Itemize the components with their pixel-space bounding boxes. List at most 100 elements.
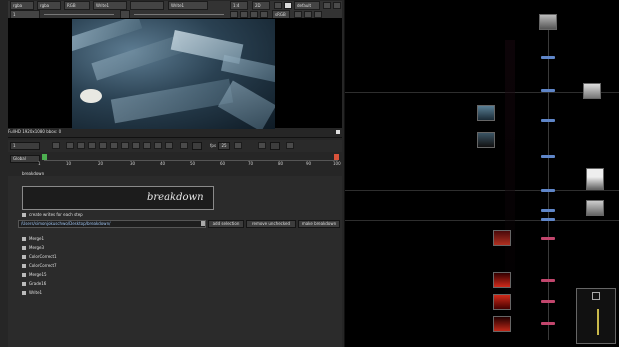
- merge-node[interactable]: [541, 89, 555, 92]
- fps-dropdown-icon[interactable]: [234, 142, 242, 149]
- list-item[interactable]: Grade16: [22, 281, 46, 287]
- bounce-icon[interactable]: [258, 142, 266, 149]
- gear-icon[interactable]: [333, 2, 341, 9]
- end-field[interactable]: [270, 142, 280, 150]
- range-dropdown[interactable]: Global: [10, 155, 40, 163]
- overlay-icon[interactable]: [250, 11, 258, 18]
- create-writes-checkbox[interactable]: [22, 213, 26, 217]
- gamma-slider[interactable]: [134, 14, 224, 15]
- list-item-checkbox[interactable]: [22, 273, 26, 277]
- grade-node[interactable]: [541, 322, 555, 325]
- timeline[interactable]: Global: [8, 154, 342, 174]
- tick-label: 40: [160, 161, 166, 166]
- list-item[interactable]: Merge3: [22, 245, 44, 251]
- add-selection-button[interactable]: add selection: [208, 220, 244, 228]
- view-mode-dropdown[interactable]: 2D: [252, 1, 270, 10]
- grade-node[interactable]: [541, 237, 555, 240]
- node-graph[interactable]: [345, 0, 619, 347]
- list-item[interactable]: ColorCorrect1: [22, 254, 57, 260]
- list-item[interactable]: Merge1: [22, 236, 44, 242]
- read-node[interactable]: [586, 200, 604, 216]
- path-input[interactable]: /Users/simonjokuschwo/Desktop/breakdown/: [18, 220, 206, 228]
- list-item-checkbox[interactable]: [22, 264, 26, 268]
- gain-slider[interactable]: [44, 14, 114, 15]
- list-item-checkbox[interactable]: [22, 237, 26, 241]
- list-item[interactable]: Write1: [22, 290, 42, 296]
- camera-icon[interactable]: [323, 2, 331, 9]
- playback-bar: 1 fps 25: [8, 140, 342, 152]
- merge-node[interactable]: [541, 155, 555, 158]
- fps-field[interactable]: 25: [218, 142, 230, 150]
- pause-icon[interactable]: [304, 11, 312, 18]
- read-node[interactable]: [477, 105, 495, 121]
- input-a-dropdown[interactable]: Write1: [93, 1, 127, 10]
- merge-node[interactable]: [541, 56, 555, 59]
- create-writes-label: create writes for each step: [29, 212, 83, 217]
- goto-end-icon[interactable]: [165, 142, 173, 149]
- lut-dropdown[interactable]: default: [294, 1, 320, 10]
- list-item-checkbox[interactable]: [22, 291, 26, 295]
- make-breakdown-button[interactable]: make breakdown: [298, 220, 340, 228]
- list-item[interactable]: Merge15: [22, 272, 47, 278]
- read-node[interactable]: [539, 14, 557, 30]
- graph-minimap[interactable]: [576, 288, 616, 344]
- remove-unchecked-button[interactable]: remove unchecked: [246, 220, 296, 228]
- read-node[interactable]: [477, 132, 495, 148]
- lock-icon[interactable]: [260, 11, 268, 18]
- refresh-icon[interactable]: [294, 11, 302, 18]
- input-b-dropdown[interactable]: Write1: [168, 1, 208, 10]
- list-item[interactable]: ColorCorrect7: [22, 263, 57, 269]
- grade-node[interactable]: [541, 300, 555, 303]
- blend-dropdown[interactable]: [130, 1, 164, 10]
- play-forward-icon[interactable]: [132, 142, 140, 149]
- roi-icon[interactable]: [274, 2, 282, 9]
- tab-breakdown[interactable]: breakdown: [22, 171, 44, 177]
- zebra-icon[interactable]: [240, 11, 248, 18]
- prev-frame-icon[interactable]: [110, 142, 118, 149]
- merge-node[interactable]: [541, 209, 555, 212]
- expand-icon[interactable]: [336, 130, 340, 134]
- merge-node[interactable]: [541, 218, 555, 221]
- loop-icon[interactable]: [52, 142, 60, 149]
- checkbox-icon[interactable]: [284, 2, 292, 9]
- merge-node[interactable]: [541, 189, 555, 192]
- increment-field[interactable]: [192, 142, 202, 150]
- read-node[interactable]: [586, 168, 604, 190]
- read-node[interactable]: [583, 83, 601, 99]
- out-point-icon[interactable]: [334, 154, 339, 160]
- tick-label: 30: [130, 161, 136, 166]
- list-item-checkbox[interactable]: [22, 246, 26, 250]
- folder-icon[interactable]: [201, 221, 205, 226]
- alpha-dropdown[interactable]: rgba: [37, 1, 61, 10]
- goto-start-icon[interactable]: [66, 142, 74, 149]
- list-item-checkbox[interactable]: [22, 255, 26, 259]
- read-node[interactable]: [493, 316, 511, 332]
- merge-node[interactable]: [541, 119, 555, 122]
- next-frame-icon[interactable]: [121, 142, 129, 149]
- step-back-icon[interactable]: [88, 142, 96, 149]
- path-value: /Users/simonjokuschwo/Desktop/breakdown/: [21, 221, 111, 226]
- viewer-image: [72, 19, 275, 129]
- proxy-dropdown[interactable]: 1:4: [230, 1, 248, 10]
- minimap-viewport[interactable]: [592, 292, 600, 300]
- grade-node[interactable]: [541, 279, 555, 282]
- step-forward-icon[interactable]: [143, 142, 151, 149]
- channel-dropdown[interactable]: rgba: [10, 1, 34, 10]
- colorspace-dropdown[interactable]: RGB: [64, 1, 90, 10]
- viewer-status: FullHD 1920x1080 bbox: 0: [8, 129, 62, 134]
- flipbook-icon[interactable]: [286, 142, 294, 149]
- read-node[interactable]: [493, 272, 511, 288]
- increment-icon[interactable]: [180, 142, 188, 149]
- breakdown-panel: breakdown breakdown create writes for ea…: [8, 171, 342, 347]
- read-node[interactable]: [493, 294, 511, 310]
- create-writes-option[interactable]: create writes for each step: [22, 212, 83, 218]
- read-node[interactable]: [493, 230, 511, 246]
- prev-keyframe-icon[interactable]: [77, 142, 85, 149]
- clip-warning-icon[interactable]: [230, 11, 238, 18]
- frame-field[interactable]: 1: [10, 142, 40, 150]
- play-backward-icon[interactable]: [99, 142, 107, 149]
- list-item-checkbox[interactable]: [22, 282, 26, 286]
- histogram-icon[interactable]: [314, 11, 322, 18]
- viewer-canvas[interactable]: [8, 18, 342, 129]
- next-keyframe-icon[interactable]: [154, 142, 162, 149]
